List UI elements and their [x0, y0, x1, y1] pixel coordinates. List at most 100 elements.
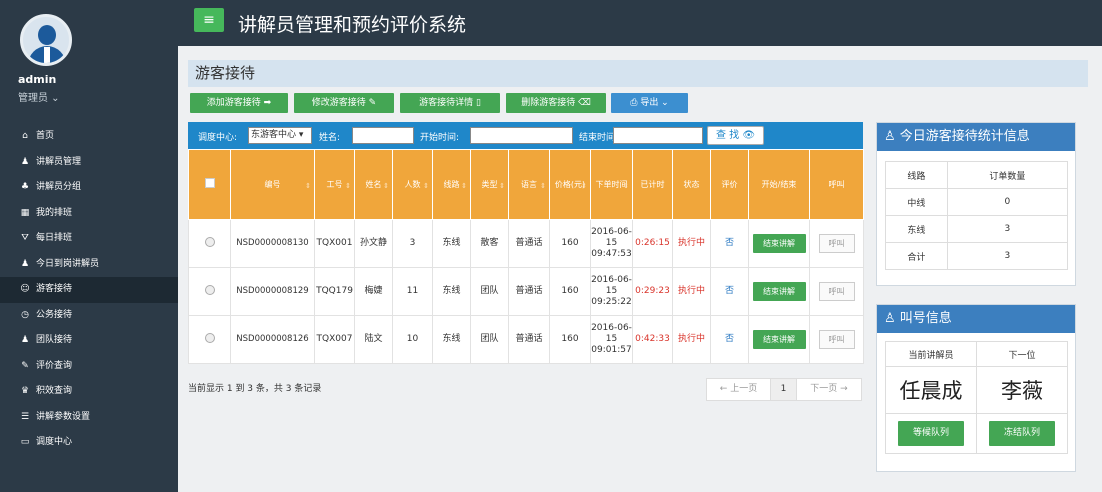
call-button[interactable]: 呼叫 — [818, 330, 855, 349]
cell-time: 2016-06-15 09:01:57 — [590, 315, 633, 364]
sort-icon[interactable]: ⇕ — [623, 180, 629, 193]
menu-item-10[interactable]: ♛ 积效查询 — [0, 379, 178, 405]
menu-item-label: 公务接待 — [36, 309, 73, 320]
delete-visitor-button[interactable]: 删除游客接待 ⌫ — [506, 93, 606, 113]
sort-icon[interactable]: ⇕ — [305, 180, 311, 193]
menu-item-label: 今日到岗讲解员 — [36, 258, 100, 269]
end-tour-button[interactable]: 结束讲解 — [752, 234, 806, 253]
sort-icon[interactable]: ⇕ — [345, 180, 351, 193]
sliders-icon: ☰ — [20, 411, 30, 422]
end-tour-button[interactable]: 结束讲解 — [752, 282, 806, 301]
cell-price: 160 — [549, 267, 591, 316]
page-title: 游客接待 — [188, 60, 1088, 87]
stats-route: 东线 — [885, 215, 948, 243]
menu-item-1[interactable]: ♟ 讲解员管理 — [0, 150, 178, 176]
cell-type: 团队 — [470, 267, 509, 316]
menu-item-3[interactable]: ▦ 我的排班 — [0, 201, 178, 227]
column-header[interactable]: 线路 ⇕ — [432, 149, 471, 220]
column-header[interactable]: 下单时间 ⇕ — [590, 149, 633, 220]
pagination: ← 上一页 1 下一页 → — [706, 378, 862, 401]
search-button[interactable]: 查 找 👁 — [707, 126, 764, 145]
page-1-button[interactable]: 1 — [771, 379, 797, 400]
end-tour-button[interactable]: 结束讲解 — [752, 330, 806, 349]
sort-icon[interactable]: ⇕ — [540, 180, 546, 193]
call-button[interactable]: 呼叫 — [818, 282, 855, 301]
menu-item-6[interactable]: ☺ 游客接待 — [0, 277, 178, 303]
cell-review: 否 — [710, 267, 749, 316]
search-bar: 调度中心: 东游客中心 ▾ 姓名: 开始时间: 结束时间: 查 找 👁 — [188, 122, 863, 149]
column-header[interactable]: 人数 ⇕ — [392, 149, 433, 220]
sort-icon[interactable]: ⇕ — [581, 180, 587, 193]
cell-count: 10 — [392, 315, 433, 364]
user-role-dropdown[interactable]: 管理员 ⌄ — [18, 89, 60, 104]
add-visitor-button[interactable]: 添加游客接待 ➡ — [190, 93, 288, 113]
menu-item-11[interactable]: ☰ 讲解参数设置 — [0, 405, 178, 431]
freeze-queue-button[interactable]: 冻结队列 — [989, 421, 1055, 446]
avatar[interactable] — [20, 14, 72, 66]
sort-icon[interactable]: ⇕ — [461, 180, 467, 193]
cell-lang: 普通话 — [508, 267, 550, 316]
sort-icon[interactable]: ⇕ — [383, 180, 389, 193]
row-radio[interactable] — [204, 284, 215, 295]
cell-review: 否 — [710, 315, 749, 364]
prev-page-button[interactable]: ← 上一页 — [707, 379, 771, 400]
cell-call: 呼叫 — [809, 267, 864, 316]
stats-count: 0 — [946, 188, 1069, 216]
menu-item-9[interactable]: ✎ 评价查询 — [0, 354, 178, 380]
menu-item-label: 积效查询 — [36, 386, 73, 396]
visitor-detail-button[interactable]: 游客接待详情 ▯ — [400, 93, 500, 113]
menu-item-8[interactable]: ♟ 团队接待 — [0, 328, 178, 354]
sort-icon[interactable]: ⇕ — [423, 180, 429, 193]
name-input[interactable] — [352, 127, 414, 144]
table-row[interactable]: NSD0000008126 TQX007 陆文 10 东线 团队 普通话 160 2016-06… — [188, 315, 864, 364]
column-header[interactable]: 工号 ⇕ — [314, 149, 355, 220]
cell-action: 结束讲解 — [748, 315, 810, 364]
table-row[interactable]: NSD0000008129 TQQ179 梅婕 11 东线 团队 普通话 160 2016-06… — [188, 267, 864, 316]
row-radio[interactable] — [204, 332, 215, 343]
stats-col-route: 线路 — [885, 161, 948, 189]
cell-call: 呼叫 — [809, 219, 864, 268]
export-button[interactable]: ⎙ 导出 ⌄ — [611, 93, 688, 113]
clock-icon: ◷ — [21, 309, 29, 320]
sort-icon[interactable]: ⇕ — [499, 180, 505, 193]
row-select-cell — [188, 267, 231, 316]
menu-item-2[interactable]: ♣ 讲解员分组 — [0, 175, 178, 201]
menu-toggle-icon[interactable]: ≡ — [194, 8, 224, 32]
column-header-label: 已计时 — [640, 180, 665, 189]
next-page-button[interactable]: 下一页 → — [797, 379, 861, 400]
stats-count: 3 — [946, 215, 1069, 243]
cell-action: 结束讲解 — [748, 267, 810, 316]
menu-item-4[interactable]: ⛛ 每日排班 — [0, 226, 178, 252]
app-title: 讲解员管理和预约评价系统 — [238, 14, 467, 36]
wait-queue-button[interactable]: 等候队列 — [898, 421, 964, 446]
current-guide-header: 当前讲解员 — [885, 341, 977, 367]
edit-visitor-button[interactable]: 修改游客接待 ✎ — [294, 93, 394, 113]
column-header[interactable]: 姓名 ⇕ — [354, 149, 393, 220]
table-row[interactable]: NSD0000008130 TQX001 孙文静 3 东线 散客 普通话 160 2016-06… — [188, 219, 864, 268]
menu-item-7[interactable]: ◷ 公务接待 — [0, 303, 178, 329]
menu-item-5[interactable]: ♟ 今日到岗讲解员 — [0, 252, 178, 278]
row-radio[interactable] — [204, 236, 215, 247]
column-header[interactable]: 类型 ⇕ — [470, 149, 509, 220]
column-header[interactable]: 价格(元) ⇕ — [549, 149, 591, 220]
menu-item-12[interactable]: ▭ 调度中心 — [0, 430, 178, 456]
menu-item-0[interactable]: ⌂ 首页 — [0, 124, 178, 150]
call-button[interactable]: 呼叫 — [818, 234, 855, 253]
center-select[interactable]: 东游客中心 ▾ — [248, 127, 312, 144]
menu-item-label: 讲解员分组 — [36, 182, 82, 192]
stats-col-count: 订单数量 — [946, 161, 1069, 189]
stats-title: ♙ 今日游客接待统计信息 — [877, 123, 1075, 151]
select-all-checkbox[interactable] — [204, 177, 215, 188]
calling-panel: ♙ 叫号信息 当前讲解员 下一位 任晨成 李薇 等候队列 冻结队列 — [876, 304, 1076, 472]
user-plus-icon: ♟ — [20, 258, 30, 269]
center-label: 调度中心: — [198, 133, 238, 143]
cell-elapsed: 0:26:15 — [632, 219, 673, 268]
filter-icon: ⛛ — [21, 233, 29, 243]
menu-item-label: 游客接待 — [36, 284, 73, 294]
end-time-input[interactable] — [613, 127, 703, 144]
start-time-input[interactable] — [470, 127, 573, 144]
column-header[interactable]: 语言 ⇕ — [508, 149, 550, 220]
column-header[interactable]: 编号 ⇕ — [230, 149, 315, 220]
cell-code: TQQ179 — [314, 267, 355, 316]
menu-item-label: 首页 — [36, 131, 55, 141]
